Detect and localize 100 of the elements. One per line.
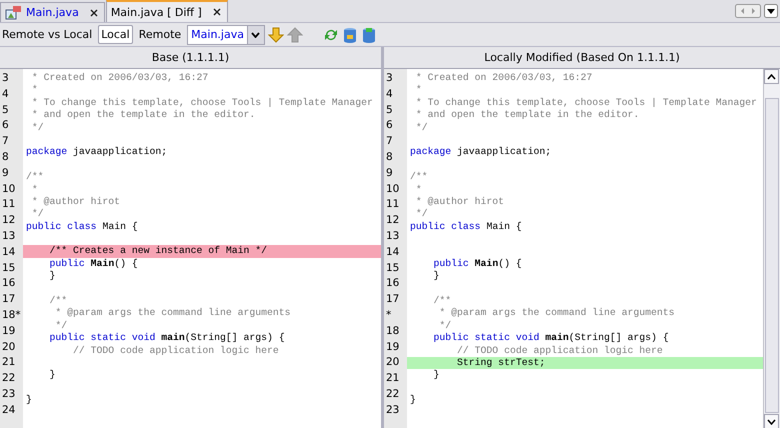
line-number: 23 — [1, 386, 16, 402]
code-line: * To change this template, choose Tools | Template Manager — [30, 96, 374, 110]
editor-tab[interactable]: Main.java — [0, 2, 105, 22]
down-arrow-icon[interactable] — [268, 26, 284, 42]
close-icon[interactable] — [90, 8, 98, 16]
code-line: } — [432, 270, 440, 283]
code-line: public class Main { — [409, 220, 523, 234]
editor-tab[interactable]: Main.java [ Diff ] — [106, 0, 228, 22]
code-line: * and open the template in the editor. — [414, 109, 640, 122]
line-number: 9 — [1, 166, 10, 181]
line-number: 5 — [1, 102, 10, 118]
code-line: package javaapplication; — [25, 146, 168, 159]
code-line: * — [414, 84, 423, 97]
line-number: 3 — [385, 71, 394, 86]
code-line: */ — [414, 208, 429, 221]
line-number: 7 — [385, 134, 394, 150]
code-line: /** — [25, 171, 45, 184]
pane-title: Base (1.1.1.1) — [0, 47, 381, 69]
code-line: // TODO code application logic here — [72, 344, 280, 357]
code-line: */ — [54, 320, 68, 332]
line-number: * — [385, 308, 392, 323]
line-number: 20 — [385, 355, 400, 370]
caret-down-icon[interactable] — [251, 32, 260, 38]
line-number: 4 — [1, 86, 10, 102]
code-line: * @author hirot — [30, 196, 122, 208]
line-number: 16 — [385, 276, 400, 292]
line-number: 24 — [1, 402, 16, 418]
database-icon[interactable] — [360, 26, 377, 42]
line-number: 3 — [1, 71, 10, 86]
dropdown-icon[interactable] — [764, 4, 778, 18]
line-number: 17 — [385, 292, 400, 308]
line-number: 23 — [385, 402, 400, 418]
code-line: */ — [414, 122, 429, 134]
code-line: */ — [438, 320, 452, 332]
line-number: 15 — [1, 260, 16, 276]
code-line: public Main() { — [432, 258, 523, 270]
code-line: * @param args the command line arguments — [54, 307, 292, 320]
code-line: public Main() { — [48, 258, 139, 270]
close-icon[interactable] — [212, 8, 221, 16]
code-line: public static void main(String[] args) { — [432, 332, 670, 345]
code-line: * — [30, 84, 39, 97]
code-editor[interactable] — [0, 69, 381, 428]
code-line: * Created on 2006/03/03, 16:27 — [30, 72, 210, 84]
code-line: public static void main(String[] args) { — [48, 332, 286, 345]
line-number: 6 — [385, 118, 394, 134]
pane-title: Locally Modified (Based On 1.1.1.1) — [384, 47, 780, 69]
code-line: package javaapplication; — [409, 146, 552, 159]
code-line: * and open the template in the editor. — [30, 109, 256, 122]
code-line: } — [409, 394, 417, 407]
code-line: * @param args the command line arguments — [438, 307, 676, 320]
line-number: 12 — [1, 213, 16, 228]
code-line: */ — [30, 122, 45, 134]
code-line: * — [414, 184, 423, 196]
scrollbar[interactable] — [763, 69, 780, 428]
line-number: 16 — [1, 276, 16, 292]
mode-toggle[interactable]: Local — [98, 25, 133, 44]
mode-toggle[interactable]: Remote — [136, 25, 184, 44]
database-icon[interactable] — [342, 26, 358, 42]
line-number: 13 — [1, 228, 16, 244]
line-number: 10 — [385, 182, 400, 197]
file-combo[interactable]: Main.java — [187, 24, 265, 44]
code-line: * @author hirot — [414, 196, 506, 208]
line-number: 19 — [1, 324, 16, 339]
line-number: 11 — [1, 197, 16, 212]
line-number: 17 — [1, 292, 16, 308]
code-line: // TODO code application logic here — [456, 344, 664, 357]
line-number: 22 — [385, 386, 400, 402]
line-number: 14 — [1, 244, 16, 260]
line-number: 14 — [385, 244, 400, 260]
code-line: } — [432, 369, 440, 382]
line-number: 5 — [385, 102, 394, 118]
code-line: } — [48, 270, 56, 283]
code-line: } — [25, 394, 33, 407]
code-line: } — [48, 369, 56, 382]
line-number: 13 — [385, 228, 400, 244]
code-line: /** — [432, 295, 452, 308]
caret-down-icon[interactable] — [767, 418, 776, 424]
line-number: 12 — [385, 213, 400, 228]
line-number: 21 — [385, 371, 400, 386]
line-number: 8 — [385, 150, 394, 165]
line-number: 10 — [1, 182, 16, 197]
file-icon — [5, 6, 21, 20]
line-number: 18* — [1, 308, 22, 323]
line-number: 20 — [1, 340, 16, 355]
line-number: 8 — [1, 150, 10, 165]
line-number: 7 — [1, 134, 10, 150]
code-line: /** — [48, 295, 68, 308]
code-line: * Created on 2006/03/03, 16:27 — [414, 72, 594, 84]
caret-up-icon[interactable] — [767, 74, 776, 80]
toolbar-label: Remote vs Local — [2, 28, 92, 41]
code-line: * To change this template, choose Tools | Template Manager — [414, 96, 758, 110]
line-number: 22 — [1, 371, 16, 386]
line-number: 6 — [1, 118, 10, 134]
line-number: 4 — [385, 86, 394, 102]
code-line: public class Main { — [25, 220, 139, 234]
line-number: 18 — [385, 324, 400, 339]
code-line: */ — [30, 208, 45, 221]
line-number: 15 — [385, 260, 400, 276]
line-number: 9 — [385, 166, 394, 181]
line-number: 21 — [1, 355, 16, 370]
